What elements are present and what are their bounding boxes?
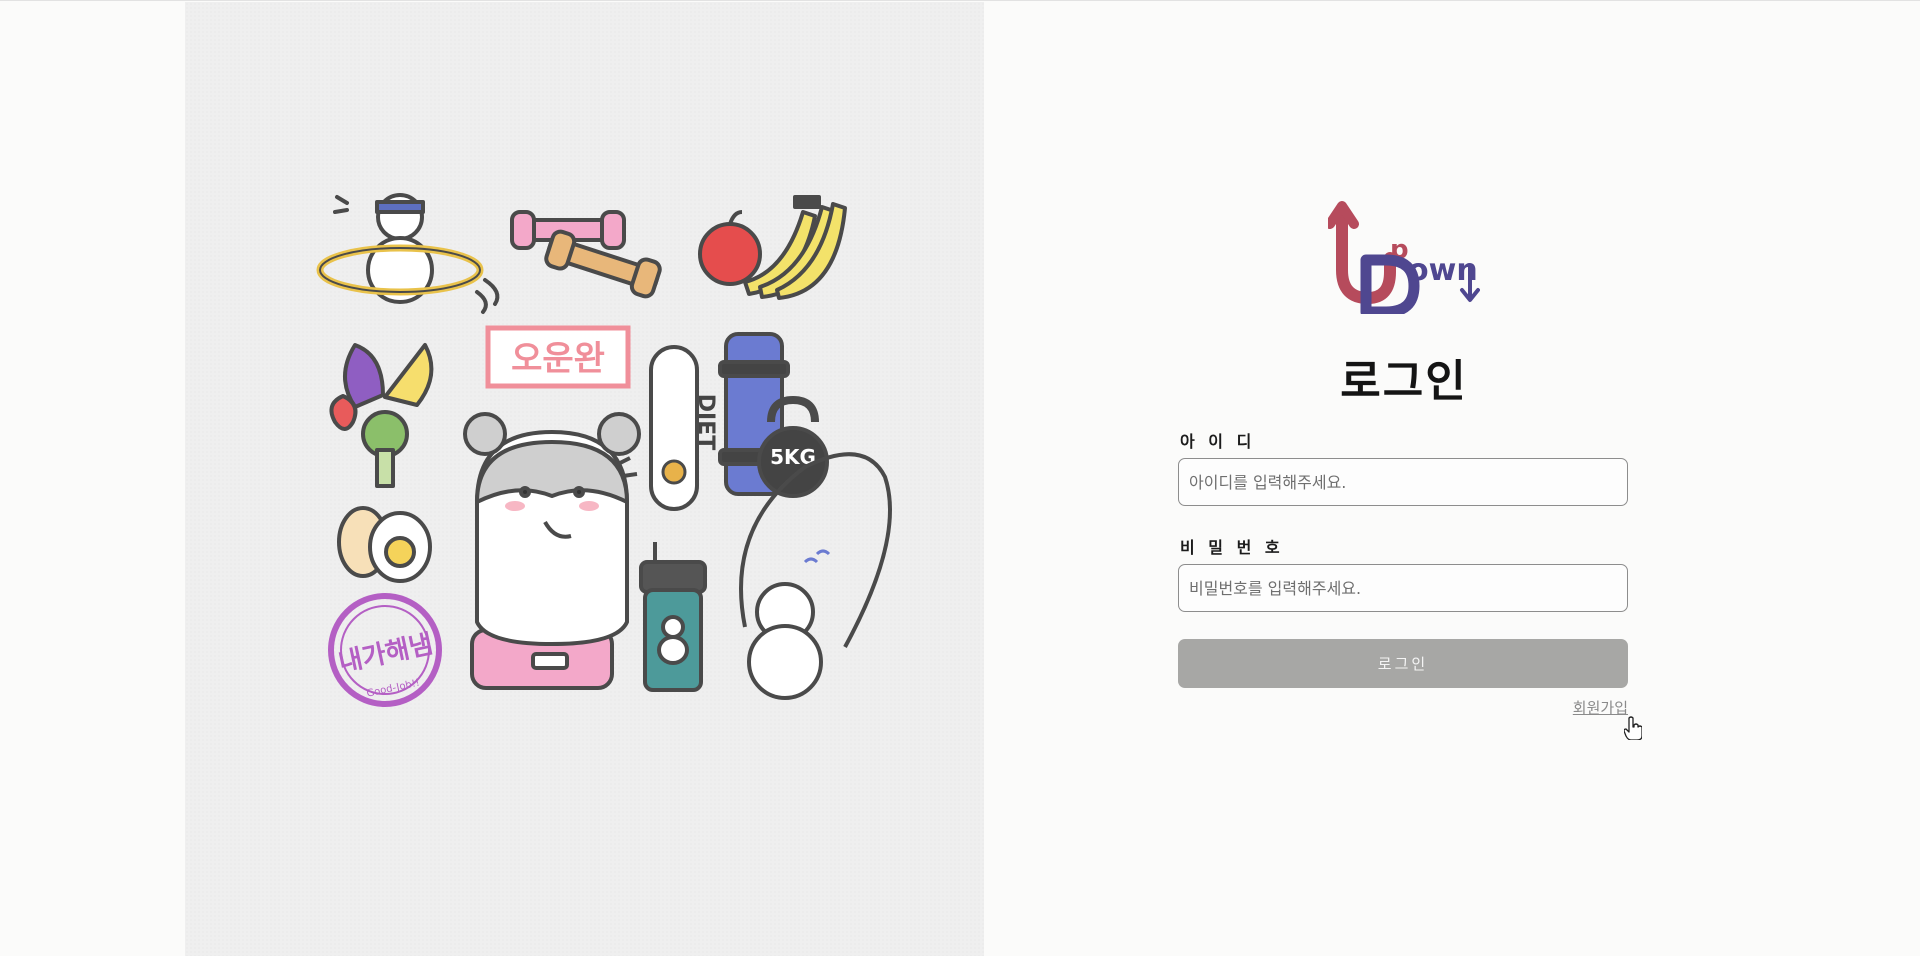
dumbbells-sticker: [510, 210, 662, 299]
top-divider: [0, 0, 1920, 1]
id-input[interactable]: [1178, 458, 1628, 506]
password-input[interactable]: [1178, 564, 1628, 612]
diet-text: DIET: [693, 394, 718, 450]
yoga-mat-kettlebell-sticker: 5KG: [718, 332, 829, 498]
page-title: 로그인: [1340, 356, 1468, 407]
boiled-egg-sticker: [337, 506, 432, 583]
apple-banana-sticker: [698, 195, 847, 300]
good-job-stamp-sticker: 내가해냄 Good-Job!!: [328, 593, 442, 707]
hula-hoop-snowman-sticker: [316, 193, 500, 314]
svg-text:own: own: [1408, 253, 1478, 288]
vegetables-sticker: [329, 343, 434, 488]
updown-logo: p own: [1328, 201, 1480, 314]
login-panel: p own 로그인 아 이 디 비 밀 번 호 로그인 회원가입: [1178, 0, 1642, 956]
signup-link[interactable]: 회원가입: [1573, 697, 1628, 718]
password-label: 비 밀 번 호: [1180, 538, 1284, 557]
hand-pointer-cursor-icon: [1624, 716, 1642, 740]
login-button[interactable]: 로그인: [1178, 639, 1628, 688]
water-bottle-sticker: [639, 542, 707, 692]
hamster-on-scale-sticker: [463, 412, 641, 690]
workout-done-sign-sticker: 오운완: [485, 325, 631, 389]
id-label: 아 이 디: [1180, 432, 1256, 451]
diet-capsule-sticker: DIET: [649, 345, 718, 511]
login-page: 오운완 DIET 5KG 내가해냄 Good-Job!! p own 로그인 아…: [0, 0, 1920, 956]
workout-done-sign-text: 오운완: [511, 339, 605, 379]
fitness-stickers-illustration: 오운완 DIET 5KG 내가해냄 Good-Job!!: [316, 193, 892, 707]
stamp-text: 내가해냄: [336, 629, 436, 678]
illustration-panel: 오운완 DIET 5KG 내가해냄 Good-Job!!: [185, 2, 984, 956]
